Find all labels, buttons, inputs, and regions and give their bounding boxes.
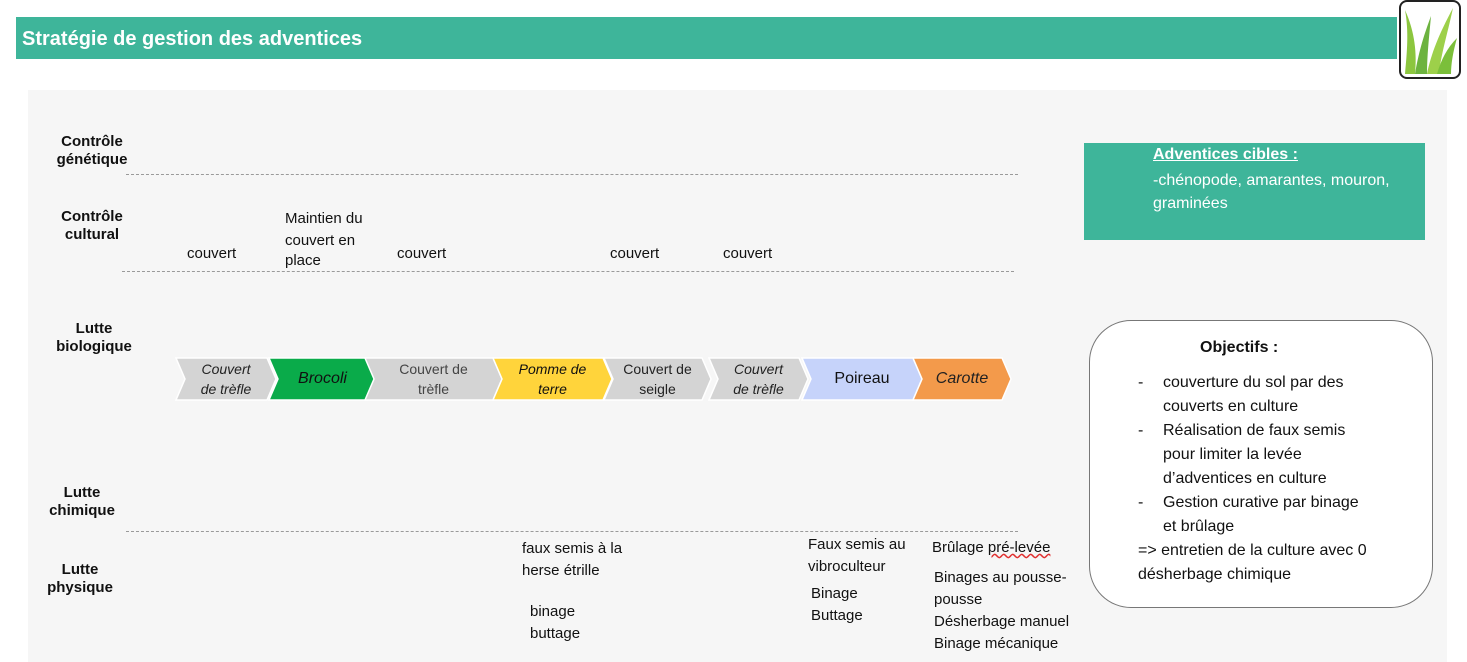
- conclusion-line: désherbage chimique: [1138, 566, 1291, 583]
- objective-item: - couverture du sol par des couverts en cu…: [1138, 371, 1418, 419]
- objectives-conclusion: => entretien de la culture avec 0 désherb…: [1138, 539, 1418, 587]
- conclusion-line: => entretien de la culture avec 0: [1138, 542, 1367, 559]
- rotation-label: Couvert de trèfle: [374, 358, 493, 400]
- objective-line: couverture du sol par des: [1163, 374, 1344, 391]
- rotation-label-line: Couvert: [733, 361, 784, 377]
- physical-note-binage-buttage-2: Binage Buttage: [811, 583, 863, 627]
- bullet: -: [1138, 422, 1144, 439]
- rotation-label: Poireau: [811, 358, 913, 400]
- physical-note-binage-buttage: binage buttage: [530, 601, 580, 645]
- target-weeds-title: Adventices cibles :: [1153, 146, 1298, 163]
- objectives-list: - couverture du sol par des couverts en cu…: [1138, 371, 1418, 587]
- bullet: -: [1138, 374, 1144, 391]
- rotation-label: Couvert de trèfle: [718, 358, 799, 400]
- rotation-label-line: Couvert de: [623, 361, 692, 377]
- rotation-label-line: Carotte: [935, 370, 989, 387]
- bullet: -: [1138, 494, 1144, 511]
- objective-line: pour limiter la levée: [1163, 446, 1302, 463]
- rotation-label-line: de trèfle: [200, 381, 252, 397]
- note-line: Binage: [811, 585, 858, 602]
- note-part: Brûlage: [932, 539, 988, 556]
- rotation-label-line: trèfle: [417, 381, 450, 397]
- rotation-label-line: Brocoli: [298, 370, 347, 387]
- rotation-label-line: terre: [538, 381, 567, 397]
- objective-item: - Réalisation de faux semis pour limiter l…: [1138, 419, 1418, 491]
- physical-note-faux-semis-vibro: Faux semis au vibroculteur: [808, 534, 906, 578]
- rotation-label: Couvert de seigle: [613, 358, 702, 400]
- rotation-label-line: Couvert: [201, 361, 251, 377]
- objective-line: couverts en culture: [1163, 398, 1299, 415]
- note-line: herse étrille: [522, 562, 600, 579]
- note-line: buttage: [530, 625, 581, 642]
- note-line: Faux semis au: [808, 536, 906, 553]
- note-line: Désherbage manuel: [934, 613, 1070, 630]
- objectives-title: Objectifs :: [1200, 339, 1279, 356]
- rotation-label: Carotte: [922, 358, 1002, 400]
- note-line: Binages au pousse-: [934, 569, 1067, 586]
- note-part: pré-levée: [987, 539, 1051, 556]
- target-weeds-text: -chénopode, amarantes, mouron, graminées: [1153, 172, 1390, 212]
- rotation-label-line: Couvert de: [399, 361, 468, 377]
- rotation-label: Couvert de trèfle: [185, 358, 267, 400]
- note-line: binage: [530, 603, 576, 620]
- rotation-label: Brocoli: [278, 358, 367, 400]
- objective-line: Gestion curative par binage: [1163, 494, 1359, 511]
- objective-line: Réalisation de faux semis: [1163, 422, 1346, 439]
- note-line: vibroculteur: [808, 558, 886, 575]
- physical-note-brulage: Brûlage pré-levée: [932, 537, 1050, 559]
- note-line: Buttage: [811, 607, 863, 624]
- note-line: pousse: [934, 591, 983, 608]
- objective-line: d’adventices en culture: [1163, 470, 1327, 487]
- note-line: faux semis à la: [522, 540, 623, 557]
- note-line: Binage mécanique: [934, 635, 1059, 652]
- objective-line: et brûlage: [1163, 518, 1235, 535]
- rotation-label: Pomme de terre: [502, 358, 603, 400]
- rotation-label-line: de trèfle: [733, 381, 784, 397]
- objective-item: - Gestion curative par binage et brûlage: [1138, 491, 1418, 539]
- physical-note-carotte: Binages au pousse- pousse Désherbage man…: [934, 567, 1069, 655]
- physical-note-faux-semis-herse: faux semis à la herse étrille: [522, 538, 622, 582]
- rotation-label-line: Pomme de: [518, 361, 587, 377]
- rotation-label-line: seigle: [639, 381, 676, 397]
- rotation-label-line: Poireau: [834, 370, 890, 387]
